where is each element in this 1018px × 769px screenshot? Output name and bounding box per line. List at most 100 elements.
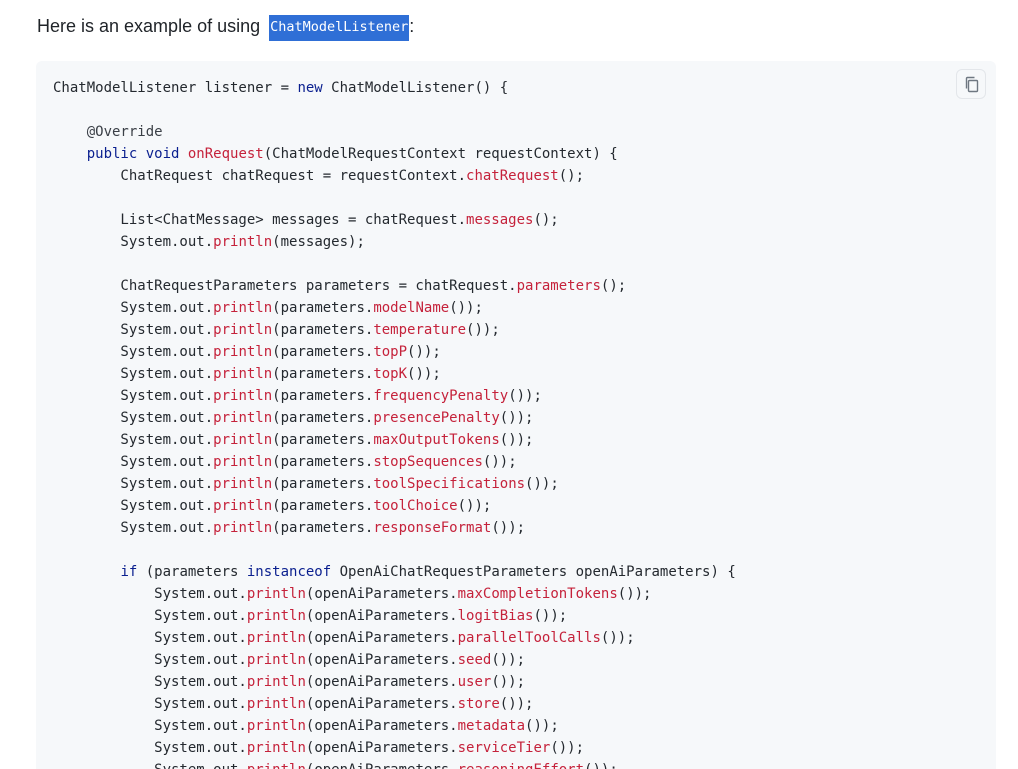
- code-token: ());: [525, 476, 559, 492]
- code-token: metadata: [457, 718, 526, 734]
- code-line: System.out.println(parameters.topK());: [53, 363, 736, 385]
- code-token: store: [457, 696, 500, 712]
- code-token: (parameters.: [272, 410, 374, 426]
- code-token: (parameters.: [272, 388, 374, 404]
- code-token: System.out.: [53, 674, 247, 690]
- code-line: System.out.println(openAiParameters.para…: [53, 627, 736, 649]
- code-token: println: [213, 410, 273, 426]
- code-token: ());: [466, 322, 500, 338]
- code-token: (parameters: [137, 564, 247, 580]
- code-token: println: [213, 432, 273, 448]
- code-token: (openAiParameters.: [305, 630, 458, 646]
- code-token: (parameters.: [272, 476, 374, 492]
- code-token: (messages);: [272, 234, 365, 250]
- copy-button[interactable]: [956, 69, 986, 99]
- code-token: (openAiParameters.: [306, 762, 458, 769]
- code-token: ());: [525, 718, 559, 734]
- code-token: println: [246, 608, 306, 624]
- code-token: (parameters.: [272, 454, 374, 470]
- code-token: System.out.: [53, 652, 247, 668]
- code-line: ChatRequestParameters parameters = chatR…: [53, 275, 736, 297]
- code-token: ());: [533, 608, 568, 624]
- code-token: presencePenalty: [373, 410, 500, 426]
- code-token: (openAiParameters.: [305, 718, 458, 734]
- code-line: System.out.println(parameters.modelName(…: [53, 297, 736, 319]
- intro-paragraph: Here is an example of using ChatModelLis…: [37, 14, 414, 41]
- code-line: System.out.println(openAiParameters.serv…: [53, 737, 736, 759]
- code-token: ());: [491, 674, 526, 690]
- code-token: reasoningEffort: [458, 762, 584, 769]
- code-line: @Override: [53, 121, 736, 143]
- code-token: println: [213, 300, 273, 316]
- code-line: System.out.println(parameters.responseFo…: [53, 517, 736, 539]
- intro-text: Here is an example of using: [37, 16, 266, 36]
- code-token: (openAiParameters.: [305, 586, 458, 602]
- code-line: System.out.println(openAiParameters.user…: [53, 671, 736, 693]
- code-content[interactable]: ChatModelListener listener = new ChatMod…: [53, 77, 736, 769]
- code-token: @Override: [86, 124, 163, 140]
- code-line: System.out.println(parameters.maxOutputT…: [53, 429, 736, 451]
- code-token: println: [213, 234, 273, 250]
- code-token: System.out.: [53, 520, 214, 536]
- code-token: System.out.: [53, 410, 214, 426]
- code-token: ());: [491, 520, 526, 536]
- code-token: println: [246, 696, 306, 712]
- code-token: System.out.: [53, 608, 247, 624]
- code-token: ());: [600, 630, 635, 646]
- code-token: System.out.: [53, 586, 247, 602]
- code-token: (parameters.: [272, 344, 374, 360]
- code-token: System.out.: [53, 696, 247, 712]
- code-token: stopSequences: [373, 454, 483, 470]
- code-token: (openAiParameters.: [305, 674, 458, 690]
- code-token: toolSpecifications: [373, 476, 526, 492]
- code-line: public void onRequest(ChatModelRequestCo…: [53, 143, 736, 165]
- code-token: temperature: [373, 322, 467, 338]
- code-token: println: [213, 388, 273, 404]
- code-token: println: [213, 344, 273, 360]
- code-token: (openAiParameters.: [305, 652, 458, 668]
- code-token: (openAiParameters.: [305, 608, 458, 624]
- code-token: ());: [550, 740, 585, 756]
- code-token: ();: [558, 168, 585, 184]
- code-line: System.out.println(parameters.frequencyP…: [53, 385, 736, 407]
- code-token: maxCompletionTokens: [457, 586, 618, 602]
- code-token: parameters: [516, 278, 601, 294]
- code-token: toolChoice: [373, 498, 458, 514]
- code-token: topP: [373, 344, 408, 360]
- code-line: System.out.println(parameters.toolChoice…: [53, 495, 736, 517]
- code-token: ());: [407, 366, 441, 382]
- code-line: System.out.println(openAiParameters.seed…: [53, 649, 736, 671]
- code-token: public void: [86, 146, 180, 162]
- code-token: System.out.: [53, 740, 247, 756]
- code-token: parallelToolCalls: [457, 630, 601, 646]
- inline-code-selected[interactable]: ChatModelListener: [269, 15, 410, 41]
- code-line: if (parameters instanceof OpenAiChatRequ…: [53, 561, 735, 583]
- code-line: System.out.println(parameters.topP());: [53, 341, 736, 363]
- code-token: println: [213, 498, 273, 514]
- code-token: System.out.: [53, 630, 247, 646]
- code-token: ());: [449, 300, 483, 316]
- code-token: if: [120, 564, 138, 580]
- code-token: System.out.: [53, 432, 214, 448]
- code-token: System.out.: [53, 454, 214, 470]
- code-line: System.out.println(parameters.toolSpecif…: [53, 473, 736, 495]
- code-token: serviceTier: [457, 740, 551, 756]
- code-token: println: [246, 674, 306, 690]
- code-token: ());: [508, 388, 542, 404]
- code-token: (parameters.: [272, 432, 374, 448]
- code-line: System.out.println(openAiParameters.stor…: [53, 693, 736, 715]
- code-token: ());: [407, 344, 441, 360]
- code-token: ());: [584, 762, 618, 769]
- code-token: frequencyPenalty: [373, 388, 509, 404]
- code-token: System.out.: [53, 498, 214, 514]
- code-token: println: [213, 520, 273, 536]
- code-token: (openAiParameters.: [305, 696, 458, 712]
- code-token: ());: [482, 454, 517, 470]
- code-line: System.out.println(openAiParameters.logi…: [53, 605, 736, 627]
- code-token: ());: [499, 410, 534, 426]
- code-token: (parameters.: [272, 520, 374, 536]
